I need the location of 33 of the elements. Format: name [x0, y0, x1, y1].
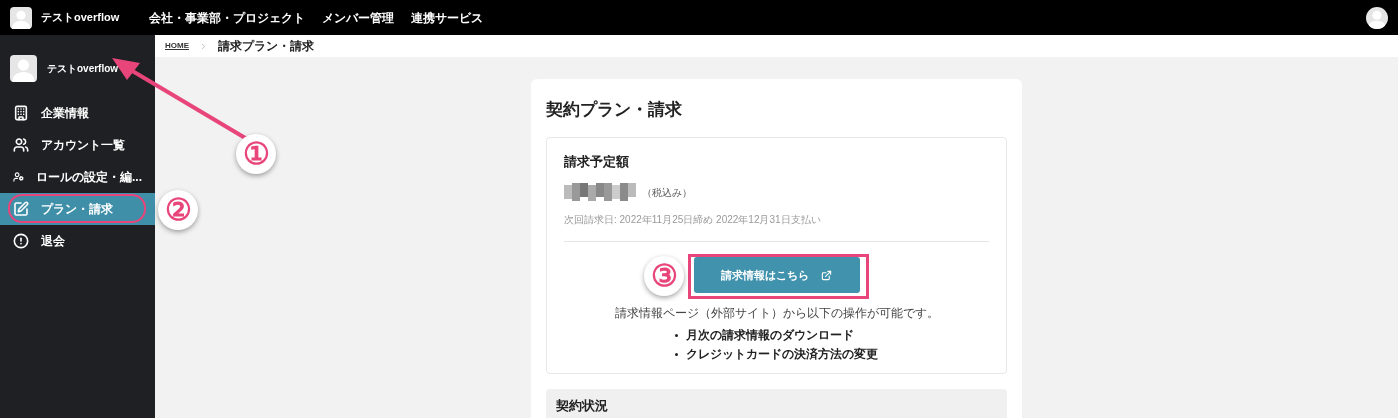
avatar: [1366, 6, 1388, 29]
pixelated-amount: [564, 183, 636, 201]
sidebar-item[interactable]: 企業情報: [0, 97, 155, 129]
sidebar-item[interactable]: アカウント一覧: [0, 129, 155, 161]
user-gear-icon: [13, 169, 24, 185]
chevron-icon: [199, 41, 208, 51]
sidebar-item[interactable]: 退会: [0, 225, 155, 257]
users-icon: [13, 137, 29, 153]
page-title: 契約プラン・請求: [546, 99, 683, 121]
external-link-icon: [821, 269, 832, 281]
user-name: テストoverflow: [47, 62, 119, 76]
breadcrumb-current: 請求プラン・請求: [218, 38, 314, 55]
nav-link[interactable]: 会社・事業部・プロジェクト: [149, 8, 306, 27]
bullet-item: 月次の請求情報のダウンロード: [675, 326, 878, 344]
billing-info-button[interactable]: 請求情報はこちら: [693, 257, 860, 293]
edit-icon: [13, 201, 29, 217]
alert-icon: [13, 233, 29, 249]
section-heading: 契約状況: [556, 399, 609, 412]
building-icon: [13, 105, 29, 121]
bullet-item: クレジットカードの決済方法の変更: [675, 345, 878, 363]
annotation-number: ①: [236, 134, 276, 174]
annotation-number: ②: [158, 190, 198, 230]
avatar: [10, 55, 37, 82]
sidebar-item[interactable]: ロールの設定・編...: [0, 161, 155, 193]
tax-note: （税込み）: [642, 185, 692, 200]
avatar: [10, 6, 32, 29]
nav-link[interactable]: 連携サービス: [411, 8, 484, 27]
section-heading: 請求予定額: [564, 152, 630, 171]
user-name: テストoverflow: [41, 10, 120, 26]
description: 請求情報ページ（外部サイト）から以下の操作が可能です。: [614, 305, 939, 322]
nav-link[interactable]: メンバー管理: [322, 8, 395, 27]
breadcrumb-link[interactable]: HOME: [165, 40, 189, 52]
next-billing-date: 次回請求日: 2022年11月25日締め 2022年12月31日支払い: [564, 213, 822, 227]
